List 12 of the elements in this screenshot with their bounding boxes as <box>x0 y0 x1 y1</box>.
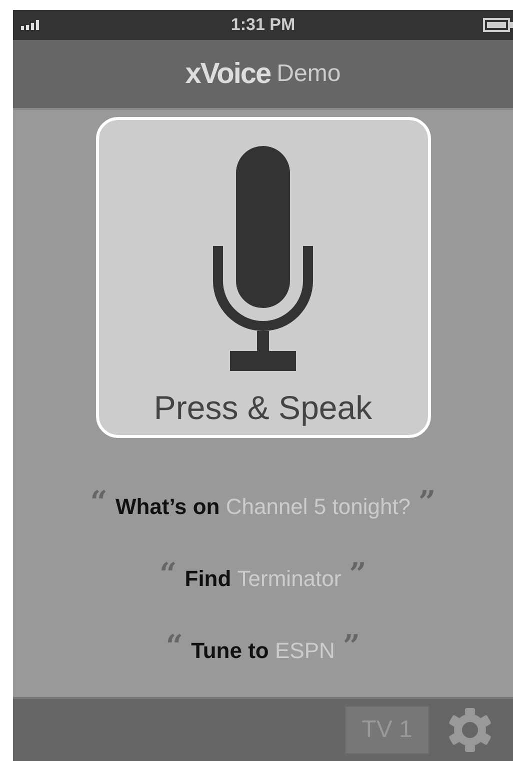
open-quote: “ <box>159 560 177 590</box>
nav-subtitle: Demo <box>276 60 341 88</box>
open-quote: “ <box>166 632 184 662</box>
status-time: 1:31 PM <box>230 15 296 35</box>
open-quote: “ <box>90 488 108 518</box>
app-logo: xVoice <box>185 58 271 90</box>
close-quote: ” <box>349 560 366 590</box>
press-and-speak-button[interactable]: Press & Speak <box>96 117 430 438</box>
close-quote: ” <box>418 488 436 518</box>
battery-icon <box>483 18 513 32</box>
close-quote: ” <box>342 632 360 662</box>
settings-icon[interactable] <box>447 707 493 753</box>
